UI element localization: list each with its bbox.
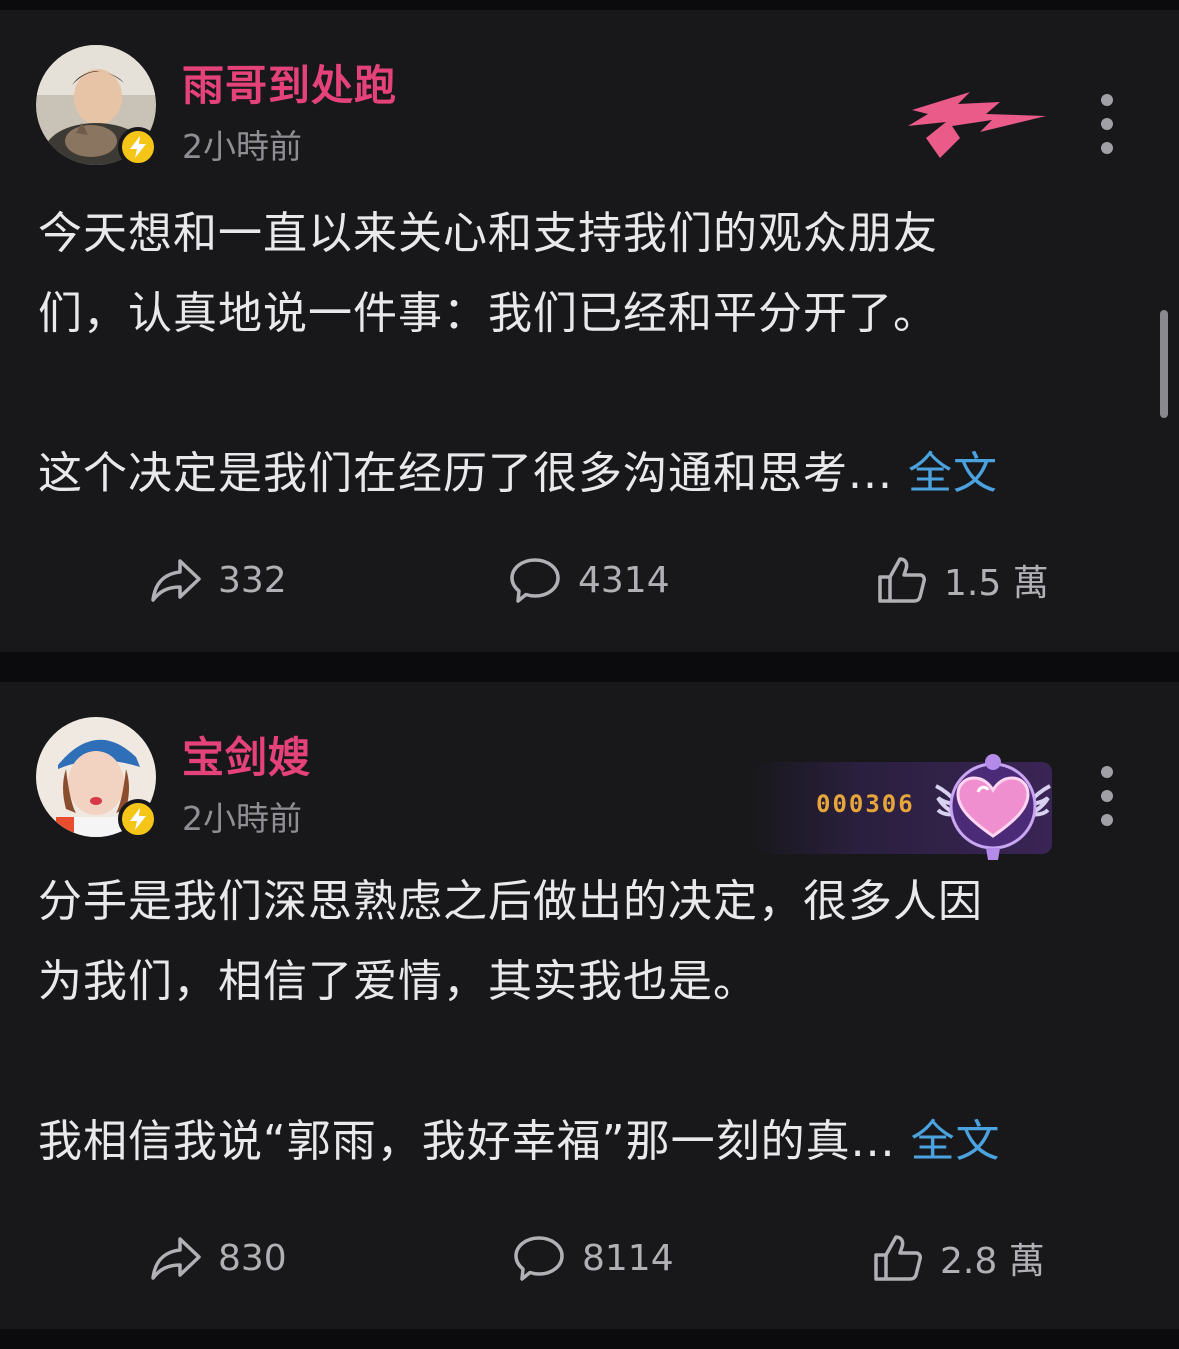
- post-body-line: 我相信我说“郭雨，我好幸福”那一刻的真...: [38, 1116, 896, 1167]
- post-body-line: 分手是我们深思熟虑之后做出的决定，很多人因: [38, 876, 983, 927]
- comment-count: 8114: [582, 1237, 674, 1279]
- thumbs-up-icon: [874, 1235, 922, 1281]
- like-button[interactable]: 2.8 萬: [872, 1228, 1045, 1288]
- comment-count: 4314: [578, 559, 670, 601]
- post-body-line: 们，认真地说一件事：我们已经和平分开了。: [38, 288, 938, 339]
- post-time: 2小時前: [182, 799, 302, 838]
- team-logo-icon: [900, 80, 1050, 168]
- post-card: 宝剑嫂 2小時前 000306 分手是我们深思熟虑之后做出的决定，很多人因 为我…: [0, 682, 1179, 1329]
- thumbs-up-icon: [878, 557, 926, 603]
- username[interactable]: 宝剑嫂: [182, 724, 311, 785]
- more-options-icon[interactable]: [1090, 94, 1124, 154]
- share-button[interactable]: 830: [150, 1228, 287, 1288]
- post-time: 2小時前: [182, 127, 302, 166]
- full-text-link[interactable]: 全文: [911, 1116, 1001, 1167]
- post-body-line: [38, 354, 1118, 434]
- verified-badge-icon: [118, 799, 158, 839]
- share-button[interactable]: 332: [150, 550, 287, 610]
- post-body-line: [38, 1022, 1118, 1102]
- post-actions: 830 8114 2.8 萬: [0, 1228, 1179, 1288]
- post-body[interactable]: 今天想和一直以来关心和支持我们的观众朋友 们，认真地说一件事：我们已经和平分开了…: [38, 194, 1118, 514]
- share-count: 830: [218, 1237, 287, 1279]
- share-count: 332: [218, 559, 287, 601]
- post-actions: 332 4314 1.5 萬: [0, 550, 1179, 610]
- full-text-link[interactable]: 全文: [908, 448, 998, 499]
- comment-icon: [514, 1236, 564, 1281]
- more-options-icon[interactable]: [1090, 766, 1124, 826]
- like-count: 2.8 萬: [940, 1241, 1045, 1282]
- fan-badge-number: 000306: [816, 790, 915, 818]
- fan-badge-heart-icon: [928, 752, 1058, 868]
- like-button[interactable]: 1.5 萬: [876, 550, 1049, 610]
- like-count: 1.5 萬: [944, 563, 1049, 604]
- post-card: 雨哥到处跑 2小時前 今天想和一直以来关心和支持我们的观众朋友 们，认真地说一件…: [0, 10, 1179, 652]
- username[interactable]: 雨哥到处跑: [182, 52, 397, 113]
- post-body[interactable]: 分手是我们深思熟虑之后做出的决定，很多人因 为我们，相信了爱情，其实我也是。 我…: [38, 862, 1118, 1182]
- comment-button[interactable]: 8114: [512, 1228, 674, 1288]
- scrollbar[interactable]: [1160, 310, 1168, 418]
- share-icon: [151, 1237, 201, 1280]
- share-icon: [151, 559, 201, 602]
- verified-badge-icon: [118, 127, 158, 167]
- post-body-line: 今天想和一直以来关心和支持我们的观众朋友: [38, 208, 938, 259]
- comment-button[interactable]: 4314: [508, 550, 670, 610]
- post-body-line: 为我们，相信了爱情，其实我也是。: [38, 956, 758, 1007]
- fan-badge[interactable]: 000306: [752, 754, 1052, 860]
- comment-icon: [510, 558, 560, 603]
- post-body-line: 这个决定是我们在经历了很多沟通和思考...: [38, 448, 893, 499]
